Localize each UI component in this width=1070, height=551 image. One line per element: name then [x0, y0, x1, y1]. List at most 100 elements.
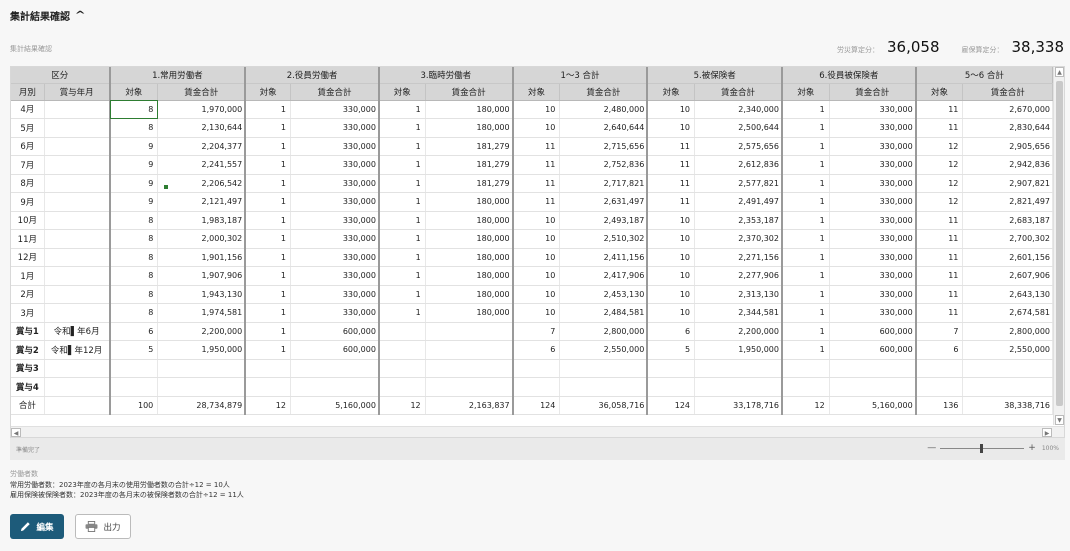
wage-cell[interactable]: 38,338,716 — [962, 395, 1053, 415]
wage-cell[interactable]: 2,942,836 — [962, 155, 1053, 175]
wage-cell[interactable]: 2,717,821 — [559, 174, 648, 193]
wage-cell[interactable]: 330,000 — [829, 100, 917, 119]
count-cell[interactable]: 1 — [780, 266, 830, 286]
wage-cell[interactable]: 181,279 — [425, 174, 514, 193]
count-cell[interactable]: 10 — [646, 229, 696, 249]
wage-cell[interactable]: 2,206,542 — [157, 174, 246, 193]
zoom-slider[interactable] — [940, 443, 1025, 453]
wage-cell[interactable]: 330,000 — [290, 155, 380, 175]
count-cell[interactable] — [511, 359, 561, 378]
count-cell[interactable] — [244, 377, 291, 397]
count-cell[interactable] — [377, 377, 426, 397]
count-cell[interactable]: 10 — [511, 211, 561, 230]
wage-cell[interactable]: 2,417,906 — [559, 266, 648, 286]
count-cell[interactable]: 11 — [646, 192, 696, 212]
count-cell[interactable]: 1 — [244, 100, 291, 119]
wage-cell[interactable] — [425, 359, 514, 378]
count-cell[interactable]: 11 — [646, 174, 696, 193]
count-cell[interactable]: 12 — [914, 192, 964, 212]
section-toggle[interactable]: 集計結果確認 ^ — [10, 6, 86, 24]
count-cell[interactable]: 12 — [780, 395, 830, 415]
wage-cell[interactable]: 330,000 — [290, 285, 380, 304]
wage-cell[interactable]: 330,000 — [290, 211, 380, 230]
count-cell[interactable]: 1 — [377, 303, 426, 323]
wage-cell[interactable]: 2,550,000 — [559, 340, 648, 360]
wage-cell[interactable]: 2,000,302 — [157, 229, 246, 249]
count-cell[interactable]: 1 — [377, 211, 426, 230]
wage-cell[interactable]: 2,353,187 — [694, 211, 783, 230]
count-cell[interactable]: 1 — [244, 155, 291, 175]
count-cell[interactable]: 8 — [108, 118, 159, 138]
wage-cell[interactable]: 2,493,187 — [559, 211, 648, 230]
scroll-down-icon[interactable]: ▼ — [1055, 415, 1064, 425]
count-cell[interactable]: 1 — [780, 303, 830, 323]
count-cell[interactable]: 11 — [511, 155, 561, 175]
wage-cell[interactable]: 181,279 — [425, 137, 514, 156]
wage-cell[interactable]: 330,000 — [829, 211, 917, 230]
wage-cell[interactable]: 1,901,156 — [157, 248, 246, 267]
wage-cell[interactable]: 180,000 — [425, 100, 514, 119]
wage-cell[interactable]: 330,000 — [829, 266, 917, 286]
count-cell[interactable] — [377, 340, 426, 360]
count-cell[interactable]: 12 — [914, 137, 964, 156]
wage-cell[interactable]: 1,970,000 — [157, 100, 246, 119]
wage-cell[interactable]: 330,000 — [290, 100, 380, 119]
wage-cell[interactable]: 330,000 — [290, 248, 380, 267]
count-cell[interactable] — [914, 377, 964, 397]
wage-cell[interactable] — [290, 359, 380, 378]
wage-cell[interactable] — [559, 377, 648, 397]
count-cell[interactable]: 9 — [108, 155, 159, 175]
count-cell[interactable]: 10 — [511, 248, 561, 267]
count-cell[interactable]: 1 — [377, 229, 426, 249]
wage-cell[interactable]: 180,000 — [425, 285, 514, 304]
wage-cell[interactable]: 2,271,156 — [694, 248, 783, 267]
wage-cell[interactable]: 330,000 — [290, 192, 380, 212]
count-cell[interactable]: 10 — [511, 303, 561, 323]
wage-cell[interactable]: 1,907,906 — [157, 266, 246, 286]
horizontal-scrollbar[interactable]: ◀ ▶ — [11, 426, 1064, 437]
wage-cell[interactable]: 600,000 — [829, 340, 917, 360]
count-cell[interactable]: 9 — [108, 137, 159, 156]
wage-cell[interactable]: 330,000 — [290, 118, 380, 138]
count-cell[interactable]: 1 — [780, 248, 830, 267]
count-cell[interactable]: 1 — [377, 266, 426, 286]
count-cell[interactable]: 1 — [244, 137, 291, 156]
wage-cell[interactable]: 180,000 — [425, 303, 514, 323]
wage-cell[interactable]: 330,000 — [829, 285, 917, 304]
wage-cell[interactable]: 2,204,377 — [157, 137, 246, 156]
wage-cell[interactable] — [829, 359, 917, 378]
wage-cell[interactable]: 180,000 — [425, 192, 514, 212]
edit-button[interactable]: 編集 — [10, 514, 64, 539]
wage-cell[interactable]: 1,983,187 — [157, 211, 246, 230]
wage-cell[interactable]: 2,550,000 — [962, 340, 1053, 360]
count-cell[interactable]: 1 — [377, 285, 426, 304]
wage-cell[interactable]: 2,200,000 — [157, 322, 246, 341]
count-cell[interactable] — [108, 359, 159, 378]
wage-cell[interactable]: 2,121,497 — [157, 192, 246, 212]
count-cell[interactable]: 9 — [108, 174, 159, 193]
wage-cell[interactable]: 2,577,821 — [694, 174, 783, 193]
wage-cell[interactable]: 330,000 — [290, 303, 380, 323]
wage-cell[interactable]: 33,178,716 — [694, 395, 783, 415]
wage-cell[interactable]: 330,000 — [829, 248, 917, 267]
count-cell[interactable]: 124 — [646, 395, 696, 415]
wage-cell[interactable]: 2,575,656 — [694, 137, 783, 156]
count-cell[interactable]: 1 — [377, 174, 426, 193]
wage-cell[interactable]: 2,500,644 — [694, 118, 783, 138]
scroll-left-icon[interactable]: ◀ — [11, 428, 21, 437]
count-cell[interactable]: 11 — [914, 266, 964, 286]
wage-cell[interactable] — [829, 377, 917, 397]
count-cell[interactable]: 1 — [780, 174, 830, 193]
count-cell[interactable]: 11 — [646, 155, 696, 175]
count-cell[interactable]: 1 — [244, 211, 291, 230]
wage-cell[interactable]: 2,484,581 — [559, 303, 648, 323]
count-cell[interactable]: 11 — [511, 174, 561, 193]
wage-cell[interactable]: 181,279 — [425, 155, 514, 175]
count-cell[interactable]: 10 — [646, 266, 696, 286]
wage-cell[interactable]: 180,000 — [425, 211, 514, 230]
count-cell[interactable]: 9 — [108, 192, 159, 212]
wage-cell[interactable]: 330,000 — [829, 118, 917, 138]
count-cell[interactable]: 10 — [646, 211, 696, 230]
count-cell[interactable]: 1 — [780, 229, 830, 249]
count-cell[interactable]: 8 — [108, 303, 159, 323]
